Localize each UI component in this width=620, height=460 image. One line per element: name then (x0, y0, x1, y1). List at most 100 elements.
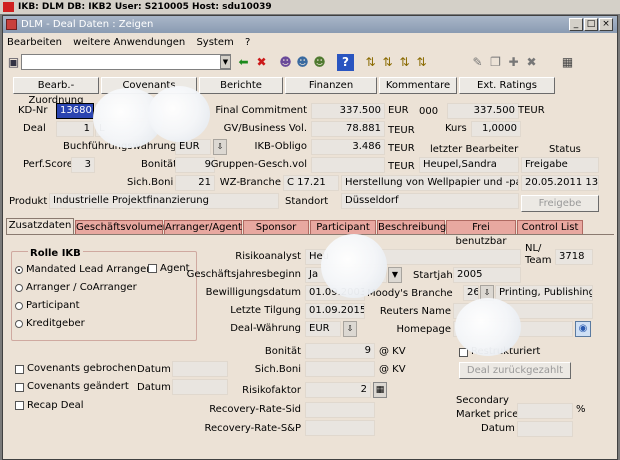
tab-participant[interactable]: Participant (310, 220, 376, 235)
browser-icon[interactable]: ◉ (575, 321, 591, 337)
status-field[interactable]: Freigabe (521, 157, 599, 173)
perf-score-field[interactable]: 3 (71, 157, 95, 173)
save-icon[interactable]: ▣ (5, 54, 22, 71)
covenants-gebrochen-datum-label: Datum (137, 364, 171, 375)
deal-waehrung-field[interactable]: EUR (305, 321, 341, 337)
add-icon[interactable]: ✚ (505, 54, 522, 71)
search-input[interactable] (21, 54, 231, 70)
delete-icon[interactable]: ✖ (253, 54, 270, 71)
risikofaktor-field[interactable]: 2 (305, 382, 371, 398)
rolle-radio-mla[interactable] (15, 266, 23, 274)
minimize-button[interactable]: _ (569, 18, 583, 31)
freigebe-button[interactable]: Freigebe (521, 195, 599, 212)
status-label: Status (549, 144, 581, 155)
kommentare-button[interactable]: Kommentare (379, 77, 457, 94)
rolle-radio-kreditgeber[interactable] (15, 320, 23, 328)
rolle-radio-arranger[interactable] (15, 284, 23, 292)
deal-waehrung-lov-icon[interactable]: ⇩ (343, 321, 357, 337)
gruppen-unit: TEUR (388, 161, 415, 172)
kd-nr-label: KD-Nr (18, 105, 48, 116)
moody-text-field[interactable]: Printing, Publishing, ar (495, 285, 593, 301)
letzte-tilgung-field[interactable]: 01.09.2015 (305, 303, 365, 319)
market-price-field[interactable] (517, 403, 573, 419)
homepage-label: Homepage (396, 324, 451, 335)
rolle-option-participant: Participant (26, 300, 80, 311)
person-icon-2[interactable]: ☻ (294, 54, 311, 71)
nl-team-field[interactable]: 3718 (555, 249, 593, 265)
ext-ratings-button[interactable]: Ext. Ratings (459, 77, 555, 94)
maximize-button[interactable]: □ (584, 18, 598, 31)
rolle-option-arranger: Arranger / CoArranger (26, 282, 137, 293)
menu-help[interactable]: ? (245, 37, 250, 48)
covenants-geaendert-label: Covenants geändert (27, 381, 129, 392)
wz-text-field[interactable]: Herstellung von Wellpapier und -pappe s (341, 175, 519, 191)
gjb-dropdown-icon[interactable]: ▼ (388, 267, 402, 283)
obligo-field[interactable]: 3.486 (311, 139, 385, 155)
menu-weitere-anwendungen[interactable]: weitere Anwendungen (73, 37, 185, 48)
recovery-sid-field[interactable] (305, 402, 375, 418)
market-price-datum-field[interactable] (517, 421, 573, 437)
recovery-sp-label: Recovery-Rate-S&P (204, 423, 301, 434)
redaction-cloud-3 (321, 234, 387, 298)
recovery-sp-field[interactable] (305, 420, 375, 436)
menu-system[interactable]: System (196, 37, 233, 48)
standort-field[interactable]: Düsseldorf (341, 193, 519, 209)
tab-geschaeftsvolumen[interactable]: Geschäftsvolumen (75, 220, 169, 235)
kurs-field[interactable]: 1,0000 (471, 121, 521, 137)
sichboni-label: Sich.Boni (127, 177, 174, 188)
edit-icon[interactable]: ✎ (469, 54, 486, 71)
berichte-button[interactable]: Berichte (199, 77, 283, 94)
sichboni2-field[interactable] (305, 361, 375, 377)
bearbeiter-field[interactable]: Heupel,Sandra (419, 157, 519, 173)
letzte-tilgung-label: Letzte Tilgung (230, 305, 301, 316)
search-dropdown-icon[interactable]: ▼ (220, 55, 231, 69)
gv-field[interactable]: 78.881 (311, 121, 385, 137)
person-icon-1[interactable]: ☻ (277, 54, 294, 71)
tab-control-list[interactable]: Control List (517, 220, 583, 235)
bonitaet2-label: Bonität (264, 346, 301, 357)
kd-nr-field[interactable]: 136801 (56, 103, 94, 119)
bonitaet2-field[interactable]: 9 (305, 343, 375, 359)
standort-label: Standort (285, 196, 329, 207)
sort-icon-4[interactable]: ⇅ (413, 54, 430, 71)
sort-icon-2[interactable]: ⇅ (379, 54, 396, 71)
agent-checkbox[interactable] (148, 264, 157, 273)
wz-code-field[interactable]: C 17.21 (283, 175, 339, 191)
deal-window: DLM - Deal Daten : Zeigen _ □ × Bearbeit… (2, 15, 618, 460)
rolle-radio-participant[interactable] (15, 302, 23, 310)
startjahr-label: Startjahr (413, 270, 457, 281)
produkt-field[interactable]: Industrielle Projektfinanzierung (49, 193, 279, 209)
menu-bearbeiten[interactable]: Bearbeiten (7, 37, 62, 48)
help-icon[interactable]: ? (337, 54, 354, 71)
bearb-zuordnung-button[interactable]: Bearb.-Zuordnung (13, 77, 99, 106)
fc-amount2-field[interactable]: 337.500 (447, 103, 519, 119)
sort-icon-3[interactable]: ⇅ (396, 54, 413, 71)
tab-sponsor[interactable]: Sponsor (243, 220, 309, 235)
startjahr-field[interactable]: 2005 (453, 267, 521, 283)
deal-zurueckgezahlt-button[interactable]: Deal zurückgezahlt (459, 362, 571, 379)
final-commitment-field[interactable]: 337.500 (311, 103, 385, 119)
tab-beschreibung[interactable]: Beschreibung (377, 220, 446, 235)
sort-icon-1[interactable]: ⇅ (362, 54, 379, 71)
recap-deal-checkbox[interactable] (15, 401, 24, 410)
covenants-gebrochen-checkbox[interactable] (15, 365, 24, 374)
finanzen-button[interactable]: Finanzen (285, 77, 377, 94)
covenants-geaendert-checkbox[interactable] (15, 383, 24, 392)
person-icon-3[interactable]: ☻ (311, 54, 328, 71)
close-button[interactable]: × (599, 18, 613, 31)
back-arrow-icon[interactable]: ⬅ (235, 54, 252, 71)
tab-arranger-agent[interactable]: Arranger/Agent (164, 220, 242, 235)
obligo-label: IKB-Obligo (254, 141, 308, 152)
obligo-unit: TEUR (388, 143, 415, 154)
deal-number-field[interactable]: 1 (56, 121, 94, 137)
remove-icon[interactable]: ✖ (523, 54, 540, 71)
app-icon (3, 2, 14, 12)
date-field[interactable]: 20.05.2011 13:00 (521, 175, 599, 191)
grid-icon[interactable]: ▦ (559, 54, 576, 71)
calculator-icon[interactable]: ▦ (373, 382, 387, 398)
gruppen-field[interactable] (311, 157, 385, 173)
copy-icon[interactable]: ❐ (487, 54, 504, 71)
tab-zusatzdaten[interactable]: Zusatzdaten (6, 218, 74, 235)
outer-title-text: IKB: DLM DB: IKB2 User: S210005 Host: sd… (18, 2, 272, 12)
tab-frei-benutzbar[interactable]: Frei benutzbar (446, 220, 516, 247)
